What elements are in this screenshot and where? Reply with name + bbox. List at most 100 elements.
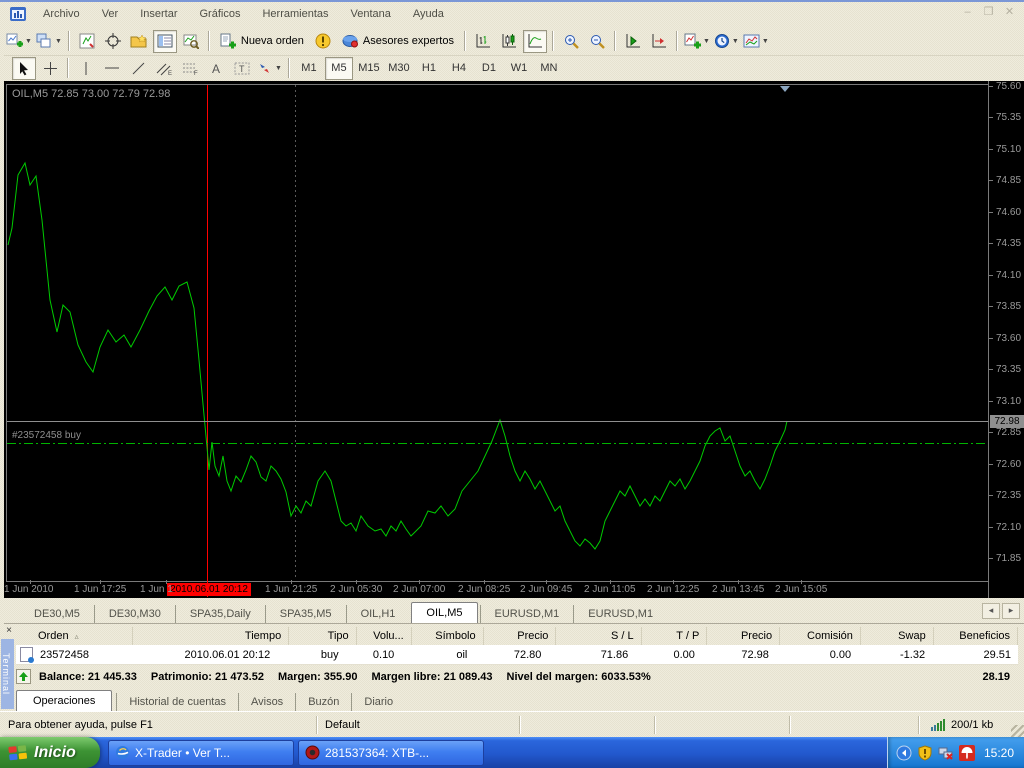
- security-shield-icon[interactable]: [917, 745, 933, 761]
- start-button[interactable]: Inicio: [0, 737, 100, 768]
- column-header-s-mbolo[interactable]: Símbolo: [412, 627, 484, 645]
- connection-speed: 200/1 kb: [951, 719, 993, 731]
- terminal-tab-operaciones[interactable]: Operaciones: [16, 690, 112, 711]
- menu-herramientas[interactable]: Herramientas: [251, 6, 339, 22]
- expert-advisors-button[interactable]: Asesores expertos: [337, 30, 459, 53]
- scroll-right-icon[interactable]: ▸: [1002, 603, 1020, 619]
- chart-area[interactable]: #23572458 buy OIL,M5 72.85 73.00 72.79 7…: [4, 81, 1024, 598]
- terminal-tab-historial-de-cuentas[interactable]: Historial de cuentas: [116, 693, 238, 711]
- menu-ventana[interactable]: Ventana: [340, 6, 402, 22]
- column-label: S / L: [611, 630, 634, 642]
- equidistant-channel-button[interactable]: E: [152, 57, 176, 80]
- chart-tab-eurusd-m1-6[interactable]: EURUSD,M1: [480, 605, 574, 623]
- toolbar-separator: [464, 31, 466, 51]
- indicators-button[interactable]: ▼: [683, 30, 711, 53]
- data-window-button[interactable]: [101, 30, 125, 53]
- text-label-button[interactable]: T: [230, 57, 254, 80]
- price-tick-mark: [989, 464, 993, 465]
- trendline-button[interactable]: [126, 57, 150, 80]
- terminal-tab-buz-n[interactable]: Buzón: [295, 693, 351, 711]
- column-header-precio[interactable]: Precio: [707, 627, 780, 645]
- order-row[interactable]: 235724582010.06.01 20:12buy0.10oil72.807…: [16, 645, 1018, 665]
- column-header-volu[interactable]: Volu...: [357, 627, 412, 645]
- cursor-button[interactable]: [12, 57, 36, 80]
- templates-button[interactable]: ▼: [742, 30, 770, 53]
- column-header-tiempo[interactable]: Tiempo: [133, 627, 289, 645]
- menu-ver[interactable]: Ver: [91, 6, 130, 22]
- chart-tab-spa35-m5-3[interactable]: SPA35,M5: [265, 605, 346, 623]
- chart-tab-de30-m30-1[interactable]: DE30,M30: [94, 605, 175, 623]
- chart-tab-oil-m5-5[interactable]: OIL,M5: [411, 602, 477, 623]
- strategy-tester-button[interactable]: [179, 30, 203, 53]
- column-header-beneficios[interactable]: Beneficios: [934, 627, 1018, 645]
- terminal-panel-label[interactable]: Terminal: [1, 639, 14, 709]
- taskbar-task-1[interactable]: 281537364: XTB-...: [298, 740, 484, 766]
- candlestick-button[interactable]: [497, 30, 521, 53]
- timeframe-m1[interactable]: M1: [295, 57, 323, 80]
- profiles-button[interactable]: ▼: [35, 30, 63, 53]
- hide-icons-icon[interactable]: [896, 745, 912, 761]
- new-chart-button[interactable]: ▼: [5, 30, 33, 53]
- terminal-button[interactable]: [153, 30, 177, 53]
- column-header-tipo[interactable]: Tipo: [289, 627, 356, 645]
- zoom-out-button[interactable]: [585, 30, 609, 53]
- horizontal-line-button[interactable]: [100, 57, 124, 80]
- timeframe-h4[interactable]: H4: [445, 57, 473, 80]
- chart-shift-button[interactable]: [647, 30, 671, 53]
- taskbar-task-0[interactable]: X-Trader • Ver T...: [108, 740, 294, 766]
- column-header-precio[interactable]: Precio: [484, 627, 557, 645]
- menu-insertar[interactable]: Insertar: [129, 6, 188, 22]
- terminal-close-icon[interactable]: ×: [3, 625, 15, 637]
- menu-gr-ficos[interactable]: Gráficos: [189, 6, 252, 22]
- network-disconnected-icon[interactable]: [938, 745, 954, 761]
- taskbar-task-label: X-Trader • Ver T...: [135, 746, 230, 760]
- zoom-in-button[interactable]: [559, 30, 583, 53]
- column-header-swap[interactable]: Swap: [861, 627, 934, 645]
- auto-scroll-button[interactable]: [621, 30, 645, 53]
- navigator-button[interactable]: [127, 30, 151, 53]
- column-header-orden[interactable]: Orden▵: [16, 627, 133, 645]
- price-tick-mark: [989, 558, 993, 559]
- price-scale[interactable]: 72.98 75.6075.3575.1074.8574.6074.3574.1…: [988, 81, 1024, 598]
- crosshair-button[interactable]: [38, 57, 62, 80]
- timeframe-m5[interactable]: M5: [325, 57, 353, 80]
- column-header-s-l[interactable]: S / L: [556, 627, 641, 645]
- terminal-tab-diario[interactable]: Diario: [351, 693, 405, 711]
- restore-icon[interactable]: ❐: [980, 5, 997, 20]
- new-order-button[interactable]: Nueva orden: [215, 30, 309, 53]
- periods-button[interactable]: ▼: [713, 30, 740, 53]
- timeframe-m30[interactable]: M30: [385, 57, 413, 80]
- vertical-line-button[interactable]: [74, 57, 98, 80]
- minimize-icon[interactable]: –: [959, 5, 976, 20]
- price-tick-mark: [989, 306, 993, 307]
- chart-tab-de30-m5-0[interactable]: DE30,M5: [20, 605, 94, 623]
- arrows-button[interactable]: ▼: [256, 57, 283, 80]
- antivirus-icon[interactable]: [959, 745, 975, 761]
- scroll-left-icon[interactable]: ◂: [982, 603, 1000, 619]
- timeframe-m15[interactable]: M15: [355, 57, 383, 80]
- alert-button[interactable]: [311, 30, 335, 53]
- chart-tab-oil-h1-4[interactable]: OIL,H1: [346, 605, 410, 623]
- close-icon[interactable]: ✕: [1001, 5, 1018, 20]
- market-watch-button[interactable]: [75, 30, 99, 53]
- line-chart-button[interactable]: [523, 30, 547, 53]
- menu-ayuda[interactable]: Ayuda: [402, 6, 455, 22]
- chart-tab-spa35-daily-2[interactable]: SPA35,Daily: [175, 605, 265, 623]
- time-axis[interactable]: 2010.06.01 20:12 1 Jun 20101 Jun 17:251 …: [4, 580, 988, 598]
- text-button[interactable]: A: [204, 57, 228, 80]
- column-header-comisi-n[interactable]: Comisión: [780, 627, 861, 645]
- column-header-t-p[interactable]: T / P: [642, 627, 708, 645]
- timeframe-h1[interactable]: H1: [415, 57, 443, 80]
- status-profile[interactable]: Default: [317, 716, 520, 734]
- windows-taskbar: Inicio X-Trader • Ver T... 281537364: XTB…: [0, 737, 1024, 768]
- timeframe-w1[interactable]: W1: [505, 57, 533, 80]
- terminal-tab-avisos[interactable]: Avisos: [238, 693, 295, 711]
- open-order-line[interactable]: [7, 443, 988, 444]
- chart-tab-eurusd-m1-7[interactable]: EURUSD,M1: [573, 605, 667, 623]
- fibonacci-button[interactable]: F: [178, 57, 202, 80]
- bar-chart-button[interactable]: [471, 30, 495, 53]
- menu-archivo[interactable]: Archivo: [32, 6, 91, 22]
- taskbar-clock[interactable]: 15:20: [984, 746, 1014, 760]
- timeframe-d1[interactable]: D1: [475, 57, 503, 80]
- timeframe-mn[interactable]: MN: [535, 57, 563, 80]
